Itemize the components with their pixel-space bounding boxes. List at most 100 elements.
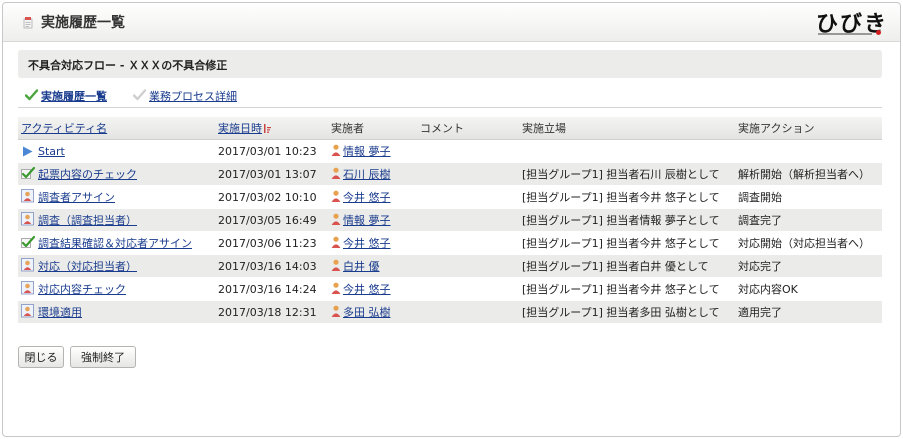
sort-desc-icon[interactable] bbox=[264, 124, 272, 133]
activity-entry: 環境適用 bbox=[21, 304, 82, 320]
performer-link[interactable]: 多田 弘樹 bbox=[343, 306, 391, 319]
cell-position bbox=[519, 139, 735, 163]
cell-performer: 多田 弘樹 bbox=[328, 300, 417, 324]
activity-link[interactable]: 対応（対応担当者） bbox=[38, 260, 137, 273]
cell-position: [担当グループ1] 担当者今井 悠子として bbox=[519, 231, 735, 255]
performer-link[interactable]: 白井 優 bbox=[343, 260, 380, 273]
cell-performer: 情報 夢子 bbox=[328, 139, 417, 163]
activity-entry: 起票内容のチェック bbox=[21, 166, 137, 182]
table-row: 対応内容チェック 2017/03/16 14:24 今井 悠子 [担当グループ1] 担… bbox=[18, 277, 882, 301]
cell-comment bbox=[417, 185, 519, 209]
cell-comment bbox=[417, 208, 519, 232]
cell-datetime: 2017/03/01 13:07 bbox=[215, 162, 328, 186]
performer-entry: 石川 辰樹 bbox=[331, 166, 391, 182]
activity-entry: 調査（調査担当者） bbox=[21, 212, 137, 228]
activity-link[interactable]: Start bbox=[38, 145, 65, 158]
table-row: 起票内容のチェック 2017/03/01 13:07 石川 辰樹 [担当グループ1] … bbox=[18, 162, 882, 186]
cell-performer: 情報 夢子 bbox=[328, 208, 417, 232]
cell-action: 解析開始（解析担当者へ） bbox=[735, 162, 882, 186]
cell-action: 対応完了 bbox=[735, 254, 882, 278]
column-header-datetime[interactable]: 実施日時 bbox=[215, 117, 328, 140]
cell-datetime: 2017/03/06 11:23 bbox=[215, 231, 328, 255]
column-header-comment: コメント bbox=[417, 117, 519, 140]
cell-datetime: 2017/03/05 16:49 bbox=[215, 208, 328, 232]
performer-entry: 今井 悠子 bbox=[331, 189, 391, 205]
table-row: Start 2017/03/01 10:23 情報 夢子 bbox=[18, 139, 882, 163]
cell-datetime: 2017/03/02 10:10 bbox=[215, 185, 328, 209]
logo-tagline-bar bbox=[818, 33, 872, 35]
column-header-performer: 実施者 bbox=[328, 117, 417, 140]
cell-action: 対応内容OK bbox=[735, 277, 882, 301]
tab-process-detail-label[interactable]: 業務プロセス詳細 bbox=[149, 88, 237, 104]
cell-activity: 起票内容のチェック bbox=[18, 162, 215, 186]
performer-entry: 今井 悠子 bbox=[331, 281, 391, 297]
performer-entry: 今井 悠子 bbox=[331, 235, 391, 251]
table-row: 環境適用 2017/03/18 12:31 多田 弘樹 [担当グループ1] 担当者多田… bbox=[18, 300, 882, 324]
cell-datetime: 2017/03/01 10:23 bbox=[215, 139, 328, 163]
hibiki-logo: ひびき bbox=[816, 8, 886, 38]
window-title: 実施履歴一覧 bbox=[41, 15, 125, 31]
cell-activity: Start bbox=[18, 139, 215, 163]
cell-datetime: 2017/03/16 14:03 bbox=[215, 254, 328, 278]
table-row: 調査（調査担当者） 2017/03/05 16:49 情報 夢子 [担当グループ1] … bbox=[18, 208, 882, 232]
activity-entry: Start bbox=[21, 145, 65, 158]
cell-performer: 今井 悠子 bbox=[328, 277, 417, 301]
activity-link[interactable]: 調査者アサイン bbox=[38, 191, 115, 204]
logo-dot bbox=[876, 30, 881, 35]
cell-position: [担当グループ1] 担当者石川 辰樹として bbox=[519, 162, 735, 186]
column-header-action: 実施アクション bbox=[735, 117, 882, 140]
cell-datetime: 2017/03/18 12:31 bbox=[215, 300, 328, 324]
activity-entry: 対応内容チェック bbox=[21, 281, 126, 297]
table-row: 調査結果確認＆対応者アサイン 2017/03/06 11:23 今井 悠子 [担当グル… bbox=[18, 231, 882, 255]
history-table: アクティビティ名 実施日時 実施者 コメント 実施立場 実施アクション Star… bbox=[18, 117, 882, 324]
process-header: 不具合対応フロー - ＸＸＸの不具合修正 bbox=[18, 50, 882, 78]
cell-performer: 今井 悠子 bbox=[328, 185, 417, 209]
performer-link[interactable]: 今井 悠子 bbox=[343, 237, 391, 250]
cell-action bbox=[735, 139, 882, 163]
cell-action: 適用完了 bbox=[735, 300, 882, 324]
performer-entry: 多田 弘樹 bbox=[331, 304, 391, 320]
column-header-activity[interactable]: アクティビティ名 bbox=[18, 117, 215, 140]
table-row: 対応（対応担当者） 2017/03/16 14:03 白井 優 [担当グループ1] 担… bbox=[18, 254, 882, 278]
close-button[interactable]: 閉じる bbox=[18, 346, 64, 368]
cell-activity: 調査（調査担当者） bbox=[18, 208, 215, 232]
cell-position: [担当グループ1] 担当者今井 悠子として bbox=[519, 185, 735, 209]
check-icon bbox=[25, 89, 38, 101]
check-icon bbox=[133, 89, 146, 101]
sort-activity-link[interactable]: アクティビティ名 bbox=[21, 122, 107, 135]
cell-comment bbox=[417, 231, 519, 255]
activity-link[interactable]: 対応内容チェック bbox=[38, 283, 126, 296]
divider bbox=[18, 107, 882, 108]
performer-link[interactable]: 今井 悠子 bbox=[343, 191, 391, 204]
process-title: 不具合対応フロー - ＸＸＸの不具合修正 bbox=[28, 59, 228, 72]
cell-position: [担当グループ1] 担当者情報 夢子として bbox=[519, 208, 735, 232]
cell-comment bbox=[417, 139, 519, 163]
performer-link[interactable]: 今井 悠子 bbox=[343, 283, 391, 296]
performer-link[interactable]: 情報 夢子 bbox=[343, 145, 391, 158]
cell-action: 対応開始（対応担当者へ） bbox=[735, 231, 882, 255]
cell-position: [担当グループ1] 担当者今井 悠子として bbox=[519, 277, 735, 301]
activity-entry: 調査結果確認＆対応者アサイン bbox=[21, 235, 192, 251]
activity-link[interactable]: 起票内容のチェック bbox=[38, 168, 137, 181]
cell-datetime: 2017/03/16 14:24 bbox=[215, 277, 328, 301]
cell-action: 調査完了 bbox=[735, 208, 882, 232]
sort-datetime-link[interactable]: 実施日時 bbox=[218, 122, 262, 135]
cell-comment bbox=[417, 254, 519, 278]
activity-link[interactable]: 環境適用 bbox=[38, 306, 82, 319]
history-window: 実施履歴一覧 ひびき 不具合対応フロー - ＸＸＸの不具合修正 実施履歴一覧 業… bbox=[2, 2, 901, 437]
cell-activity: 調査者アサイン bbox=[18, 185, 215, 209]
activity-link[interactable]: 調査結果確認＆対応者アサイン bbox=[38, 237, 192, 250]
activity-entry: 調査者アサイン bbox=[21, 189, 115, 205]
tab-history-list-label[interactable]: 実施履歴一覧 bbox=[41, 88, 107, 104]
cell-comment bbox=[417, 277, 519, 301]
force-end-button[interactable]: 強制終了 bbox=[70, 346, 136, 368]
cell-activity: 調査結果確認＆対応者アサイン bbox=[18, 231, 215, 255]
cell-activity: 対応内容チェック bbox=[18, 277, 215, 301]
performer-link[interactable]: 石川 辰樹 bbox=[343, 168, 391, 181]
performer-link[interactable]: 情報 夢子 bbox=[343, 214, 391, 227]
performer-entry: 情報 夢子 bbox=[331, 143, 391, 159]
table-row: 調査者アサイン 2017/03/02 10:10 今井 悠子 [担当グループ1] 担当… bbox=[18, 185, 882, 209]
performer-entry: 白井 優 bbox=[331, 258, 380, 274]
activity-link[interactable]: 調査（調査担当者） bbox=[38, 214, 137, 227]
cell-performer: 今井 悠子 bbox=[328, 231, 417, 255]
